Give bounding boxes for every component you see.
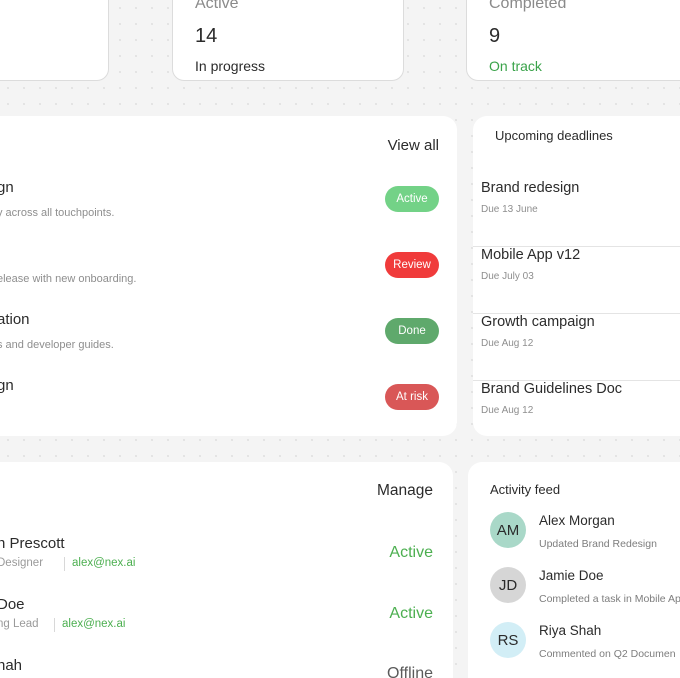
stat-card-active: Active 14 In progress: [172, 0, 404, 81]
stat-card-completed: Completed 9 On track: [466, 0, 680, 81]
status-badge: Done: [385, 318, 439, 344]
deadline-name: Brand redesign: [481, 180, 580, 196]
status-badge: Review: [385, 252, 439, 278]
project-title: gn: [0, 377, 14, 394]
avatar: JD: [490, 567, 526, 603]
stat-label: Completed: [489, 0, 567, 12]
deadline-name: Mobile App v12: [481, 247, 581, 263]
member-name: Doe: [0, 596, 25, 613]
team-card: Manage n Prescott Designer alex@nex.ai A…: [0, 462, 453, 678]
project-description: y across all touchpoints.: [0, 207, 115, 219]
projects-card: View all gn y across all touchpoints. Ac…: [0, 116, 457, 436]
view-all-link[interactable]: View all: [388, 137, 439, 154]
status-badge: At risk: [385, 384, 439, 410]
status-badge: Active: [385, 186, 439, 212]
feed-activity-text: Commented on Q2 Documen: [539, 648, 676, 660]
deadline-date: Due 13 June: [481, 204, 538, 215]
deadline-date: Due July 03: [481, 271, 534, 282]
project-description: elease with new onboarding.: [0, 273, 137, 285]
member-role: Designer: [0, 557, 44, 569]
manage-button[interactable]: Manage: [377, 482, 433, 500]
deadline-item[interactable]: Growth campaign Due Aug 12: [473, 314, 680, 381]
feed-user-name: Riya Shah: [539, 623, 602, 638]
activity-feed-card: Activity feed AM Alex Morgan Updated Bra…: [468, 462, 680, 678]
activity-feed-title: Activity feed: [490, 482, 561, 497]
stat-label: Active: [195, 0, 239, 12]
feed-user-name: Jamie Doe: [539, 568, 604, 583]
member-email[interactable]: alex@nex.ai: [62, 618, 125, 630]
deadline-name: Brand Guidelines Doc: [481, 381, 623, 397]
deadline-date: Due Aug 12: [481, 405, 534, 416]
member-name: n Prescott: [0, 535, 65, 552]
member-status: Offline: [387, 665, 433, 678]
avatar: RS: [490, 622, 526, 658]
member-name: hah: [0, 657, 23, 674]
avatar: AM: [490, 512, 526, 548]
member-email[interactable]: alex@nex.ai: [72, 557, 135, 569]
project-title: gn: [0, 179, 14, 196]
stat-value: 9: [489, 25, 501, 47]
deadline-item[interactable]: Mobile App v12 Due July 03: [473, 247, 680, 314]
divider: [64, 557, 65, 571]
deadline-name: Growth campaign: [481, 314, 595, 330]
deadlines-title: Upcoming deadlines: [495, 128, 613, 143]
feed-activity-text: Updated Brand Redesign: [539, 538, 657, 550]
divider: [54, 618, 55, 632]
project-title: ation: [0, 311, 30, 328]
stat-subtext: On track: [489, 58, 542, 74]
deadline-date: Due Aug 12: [481, 338, 534, 349]
deadline-item[interactable]: Brand redesign Due 13 June: [473, 180, 680, 247]
deadline-item[interactable]: Brand Guidelines Doc Due Aug 12: [473, 381, 680, 448]
member-role: ng Lead: [0, 618, 39, 630]
stat-subtext: In progress: [195, 58, 266, 74]
stat-card-total: [0, 0, 109, 81]
stat-value: 14: [195, 25, 218, 47]
member-status: Active: [389, 544, 433, 561]
feed-activity-text: Completed a task in Mobile Ap: [539, 593, 680, 605]
deadlines-card: Upcoming deadlines Brand redesign Due 13…: [473, 116, 680, 436]
member-status: Active: [389, 605, 433, 622]
project-description: s and developer guides.: [0, 339, 114, 351]
feed-user-name: Alex Morgan: [539, 513, 615, 528]
